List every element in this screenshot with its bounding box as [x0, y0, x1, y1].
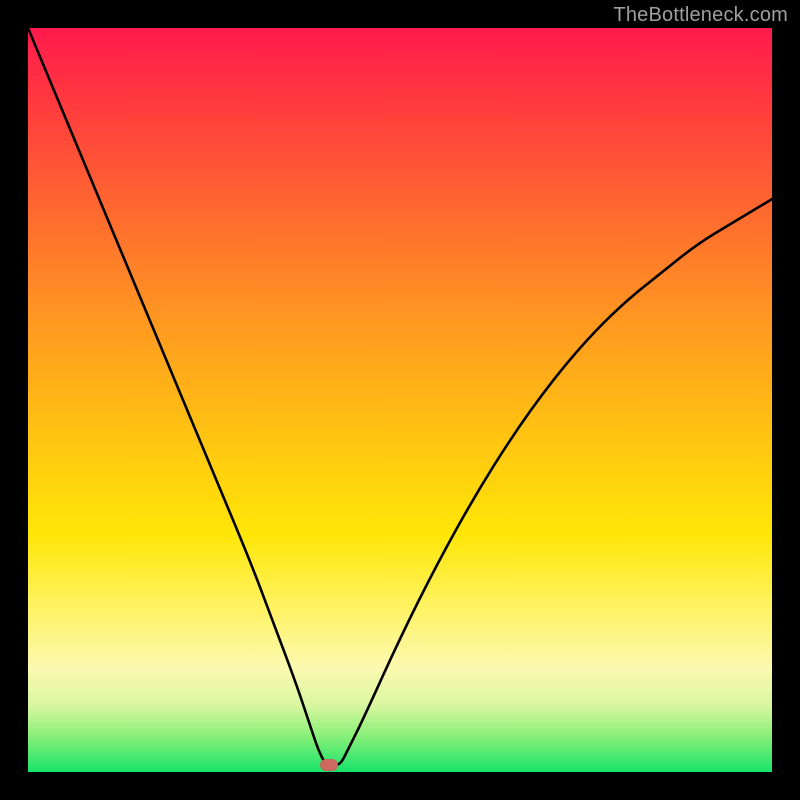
bottleneck-curve: [28, 28, 772, 772]
optimum-marker: [320, 759, 338, 771]
plot-area: [28, 28, 772, 772]
chart-frame: TheBottleneck.com: [0, 0, 800, 800]
watermark-text: TheBottleneck.com: [613, 4, 788, 27]
